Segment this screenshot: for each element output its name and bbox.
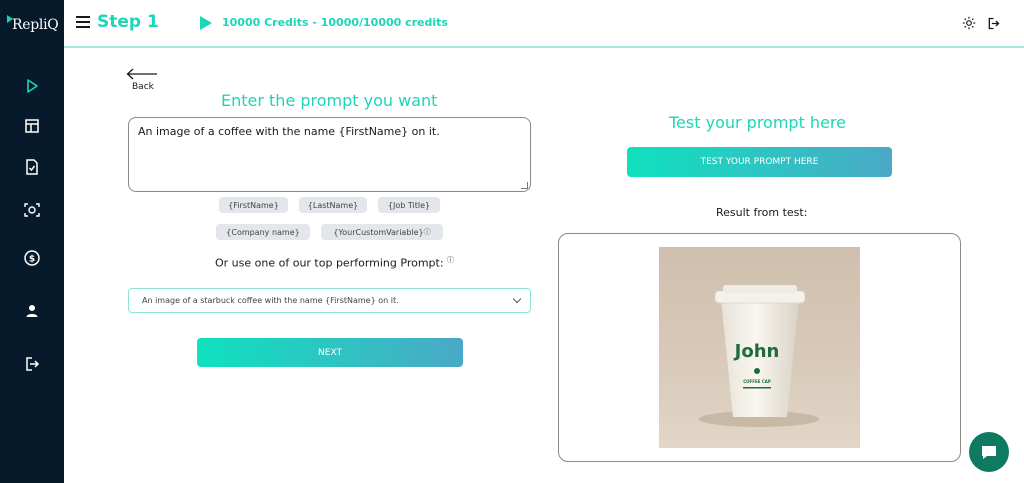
svg-text:$: $ bbox=[29, 255, 35, 265]
sidebar-item-camera[interactable] bbox=[20, 198, 44, 222]
sidebar-item-documents[interactable] bbox=[20, 155, 44, 179]
variable-chip-custom[interactable]: {YourCustomVariable} ⓘ bbox=[321, 224, 443, 240]
variable-chip-jobtitle[interactable]: {Job Title} bbox=[378, 197, 440, 213]
cup-name-text: John bbox=[733, 341, 780, 362]
logout-icon bbox=[26, 357, 40, 371]
sidebar-item-billing[interactable]: $ bbox=[20, 246, 44, 270]
logo-text: RepliQ bbox=[12, 17, 59, 33]
credits-status: 10000 Credits - 10000/10000 credits bbox=[222, 16, 448, 29]
sidebar-item-play[interactable] bbox=[20, 74, 44, 98]
result-container: John COFFEE CAP bbox=[558, 233, 961, 462]
dollar-icon: $ bbox=[24, 250, 40, 266]
test-prompt-button[interactable]: TEST YOUR PROMPT HERE bbox=[627, 147, 892, 177]
play-icon bbox=[27, 79, 38, 93]
prompt-textarea[interactable]: An image of a coffee with the name {Firs… bbox=[128, 117, 531, 192]
sun-icon bbox=[962, 16, 976, 30]
page-title: Step 1 bbox=[97, 12, 159, 32]
logo[interactable]: RepliQ bbox=[5, 12, 61, 38]
top-bar: Step 1 10000 Credits - 10000/10000 credi… bbox=[64, 0, 1024, 48]
sidebar: RepliQ $ bbox=[0, 0, 64, 483]
credits-play-icon bbox=[200, 16, 212, 30]
variable-chip-lastname[interactable]: {LastName} bbox=[299, 197, 367, 213]
camera-scan-icon bbox=[24, 203, 40, 217]
resize-handle-icon[interactable] bbox=[521, 182, 528, 189]
top-prompt-label: Or use one of our top performing Prompt:… bbox=[215, 256, 455, 270]
arrow-left-icon bbox=[126, 68, 157, 80]
info-icon[interactable]: ⓘ bbox=[447, 256, 454, 264]
cup-brand-text: COFFEE CAP bbox=[743, 379, 771, 384]
result-label: Result from test: bbox=[716, 206, 808, 219]
top-prompt-select[interactable]: An image of a starbuck coffee with the n… bbox=[128, 288, 531, 313]
layout-icon bbox=[25, 119, 39, 133]
logout-button[interactable] bbox=[984, 14, 1002, 32]
info-icon[interactable]: ⓘ bbox=[424, 227, 431, 237]
user-icon bbox=[26, 305, 38, 317]
chat-bubble-icon bbox=[982, 446, 996, 459]
variable-chip-companyname[interactable]: {Company name} bbox=[216, 224, 310, 240]
back-label: Back bbox=[132, 82, 154, 92]
next-button[interactable]: NEXT bbox=[197, 338, 463, 367]
result-image: John COFFEE CAP bbox=[659, 247, 860, 448]
theme-toggle-button[interactable] bbox=[960, 14, 978, 32]
test-section-title: Test your prompt here bbox=[669, 113, 846, 132]
chat-button[interactable] bbox=[969, 432, 1009, 472]
sidebar-item-layout[interactable] bbox=[20, 114, 44, 138]
hamburger-menu-icon[interactable] bbox=[76, 16, 90, 28]
chevron-down-icon bbox=[512, 294, 522, 304]
document-check-icon bbox=[26, 159, 38, 175]
sidebar-item-logout[interactable] bbox=[20, 352, 44, 376]
prompt-section-title: Enter the prompt you want bbox=[221, 91, 438, 110]
variable-chip-custom-label: {YourCustomVariable} bbox=[333, 227, 424, 237]
prompt-text: An image of a coffee with the name {Firs… bbox=[138, 125, 440, 138]
top-prompt-selected-value: An image of a starbuck coffee with the n… bbox=[142, 296, 399, 305]
sidebar-item-profile[interactable] bbox=[20, 299, 44, 323]
coffee-cup-image: John COFFEE CAP bbox=[699, 285, 819, 427]
logout-icon bbox=[988, 17, 999, 29]
variable-chip-firstname[interactable]: {FirstName} bbox=[219, 197, 288, 213]
